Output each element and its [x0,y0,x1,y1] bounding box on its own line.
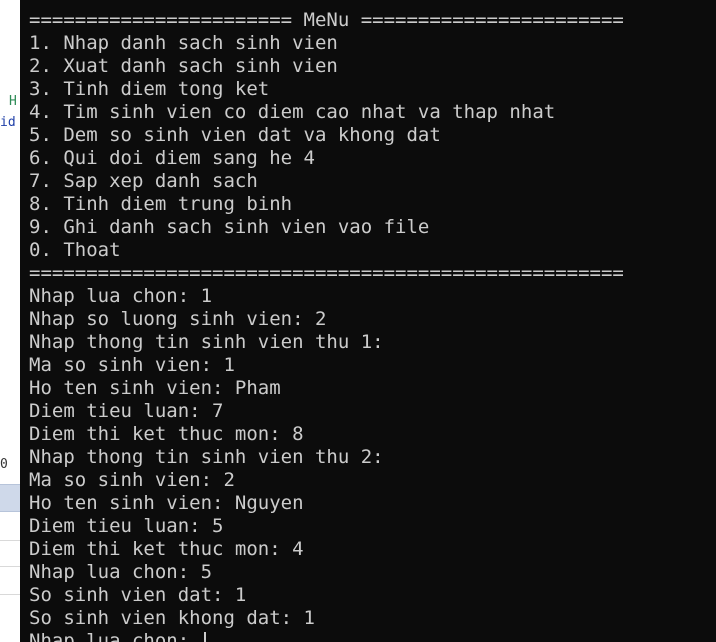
menu-header: ======================= MeNu ===========… [29,9,624,31]
session-line: Nhap so luong sinh vien: 2 [29,308,327,330]
session-line: So sinh vien dat: 1 [29,584,247,606]
ide-divider [0,540,20,541]
session-line: Nhap thong tin sinh vien thu 1: [29,331,384,353]
menu-item: 9. Ghi danh sach sinh vien vao file [29,216,430,238]
session-line: Ho ten sinh vien: Pham [29,377,281,399]
session-line: Nhap lua chon: 5 [29,561,213,583]
ide-selected-row [0,484,20,512]
console-output: ======================= MeNu ===========… [29,9,716,642]
menu-item: 3. Tinh diem tong ket [29,78,270,100]
menu-item: 4. Tim sinh vien co diem cao nhat va tha… [29,101,556,123]
session-line: Ma so sinh vien: 2 [29,469,235,491]
menu-item: 0. Thoat [29,239,121,261]
ide-code-fragment: H [9,94,17,109]
menu-item: 5. Dem so sinh vien dat va khong dat [29,124,441,146]
ide-divider [0,566,20,567]
ide-code-fragment: id [0,115,16,130]
menu-item: 8. Tinh diem trung binh [29,193,293,215]
menu-item: 6. Qui doi diem sang he 4 [29,147,315,169]
session-line: Diem tieu luan: 5 [29,515,224,537]
ide-editor-background: H id 0 [0,0,20,642]
ide-divider [0,594,20,595]
session-line: Ho ten sinh vien: Nguyen [29,492,304,514]
menu-footer: ========================================… [29,262,624,284]
menu-item: 7. Sap xep danh sach [29,170,258,192]
desktop-screen: H id 0 ======================= MeNu ====… [0,0,716,642]
session-line: Diem thi ket thuc mon: 4 [29,538,304,560]
input-line[interactable]: Nhap lua chon: [29,630,716,642]
text-cursor[interactable] [203,632,206,642]
menu-item: 1. Nhap danh sach sinh vien [29,32,338,54]
input-prompt: Nhap lua chon: [29,630,201,642]
session-line: Diem thi ket thuc mon: 8 [29,423,304,445]
session-line: Nhap lua chon: 1 [29,285,213,307]
menu-item: 2. Xuat danh sach sinh vien [29,55,338,77]
session-line: Diem tieu luan: 7 [29,400,224,422]
console-window[interactable]: ======================= MeNu ===========… [20,0,716,642]
session-line: Ma so sinh vien: 1 [29,354,235,376]
session-line: Nhap thong tin sinh vien thu 2: [29,446,384,468]
session-line: So sinh vien khong dat: 1 [29,607,315,629]
ide-line-number: 0 [0,457,8,472]
